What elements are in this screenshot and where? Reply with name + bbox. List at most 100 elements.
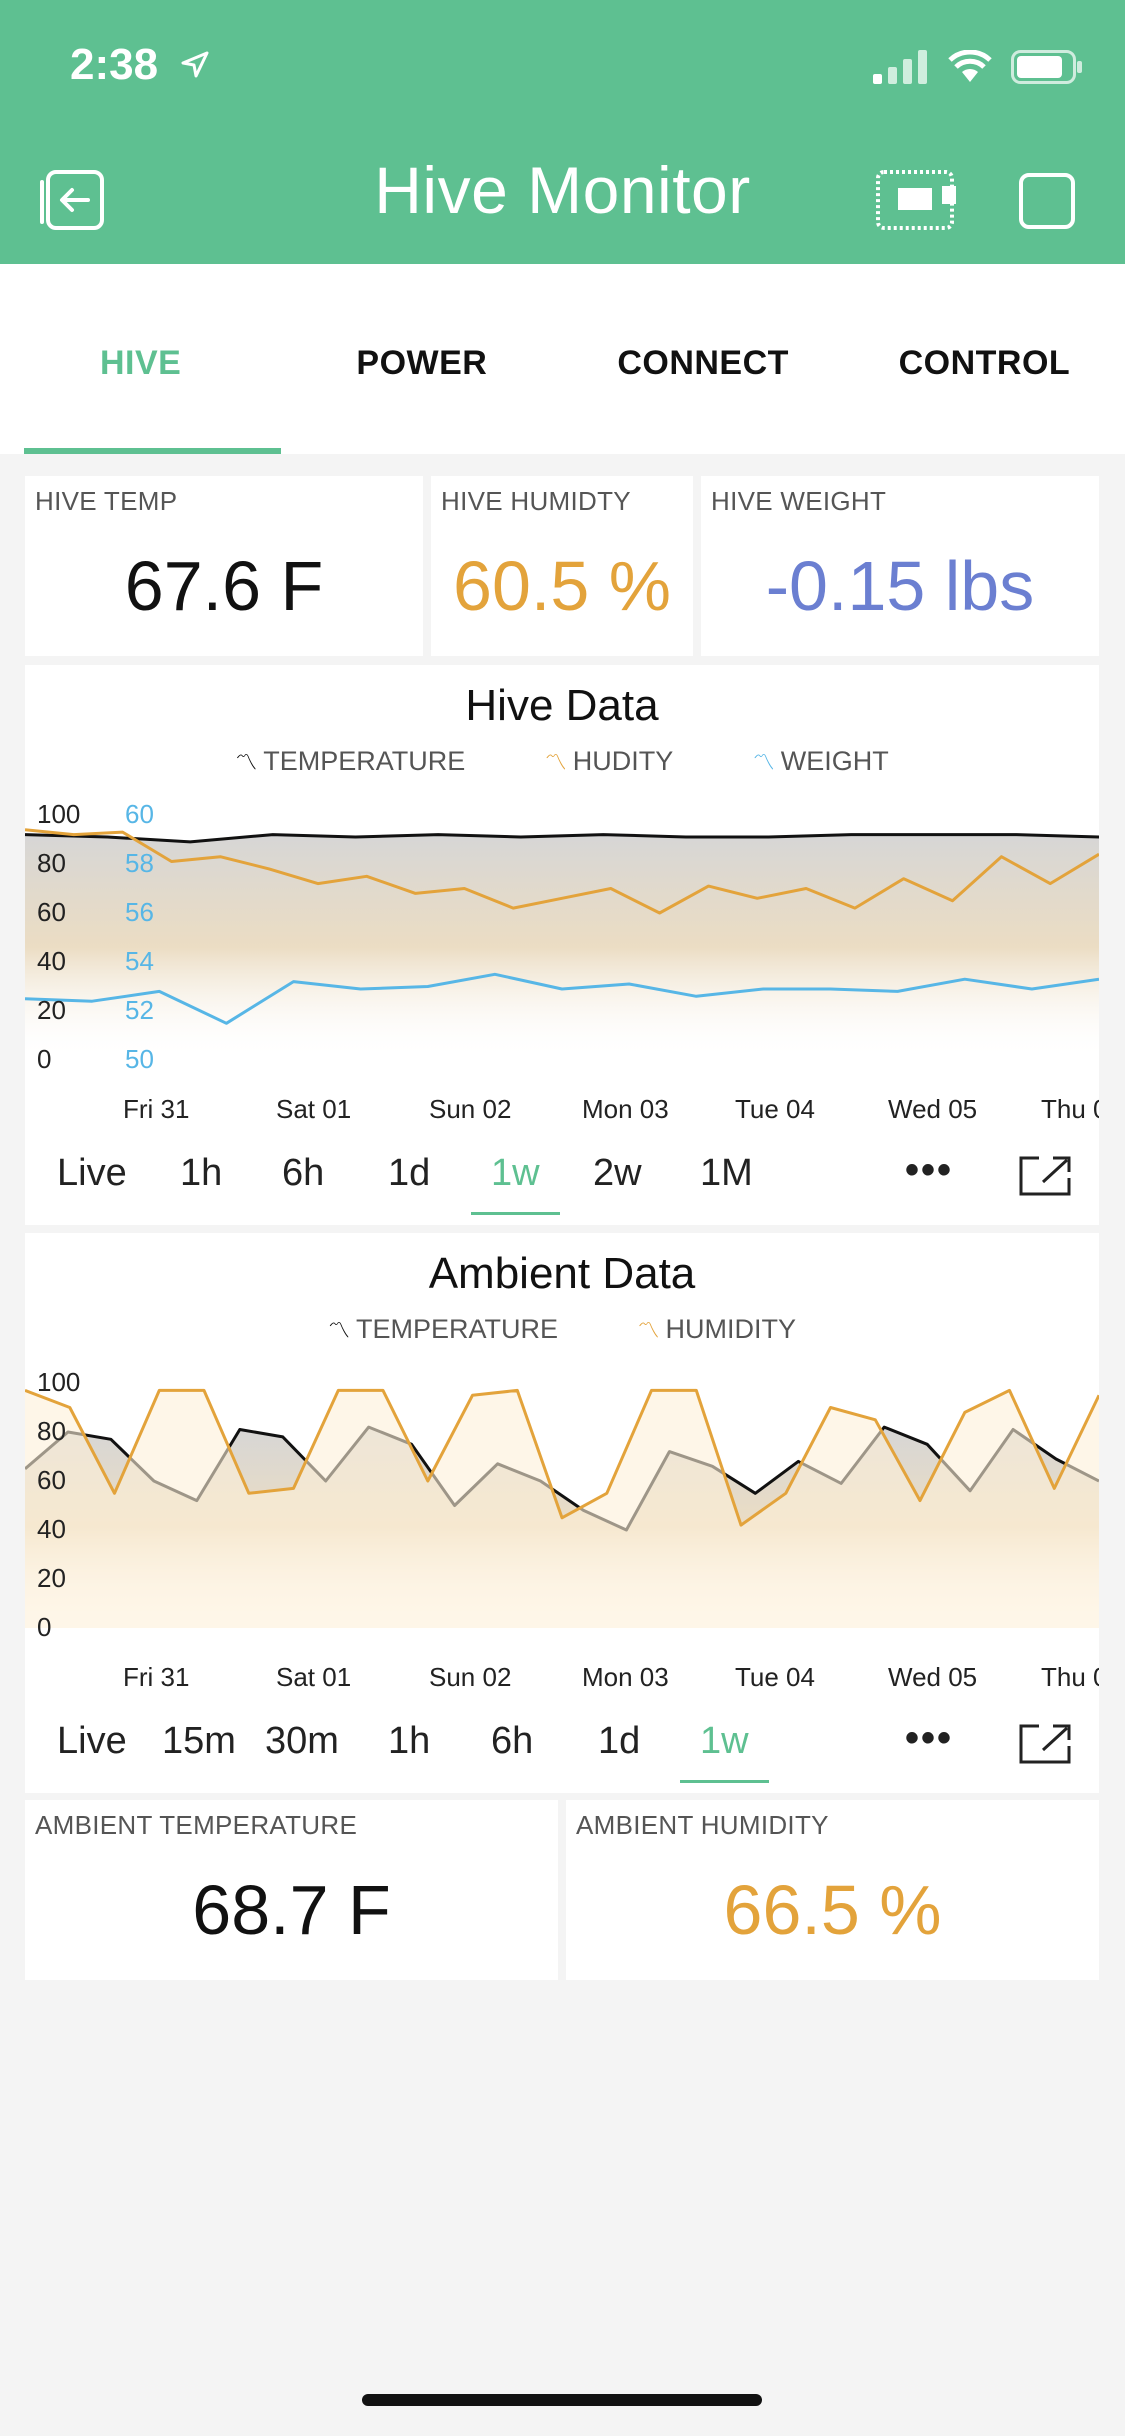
legend-humidity-label: HUDITY — [572, 746, 674, 776]
ambient-data-chart-card: Ambient Data 〽 TEMPERATURE 〽 HUMIDITY 100 8… — [25, 1233, 1099, 1793]
hive-chart-legend: 〽 TEMPERATURE 〽 HUDITY 〽 WEIGHT — [25, 745, 1099, 777]
x-tick-label: Thu 0 — [1041, 1662, 1099, 1692]
range-15m[interactable]: 15m — [162, 1720, 236, 1763]
app-header: 2:38 Hive Monitor — [0, 0, 1125, 264]
range-1h[interactable]: 1h — [388, 1720, 430, 1763]
range-2w[interactable]: 2w — [593, 1152, 642, 1195]
ambient-humidity-value: 66.5 % — [723, 1871, 942, 1949]
device-icon[interactable] — [876, 168, 958, 232]
tab-power[interactable]: POWER — [281, 264, 562, 454]
battery-icon — [1011, 50, 1082, 84]
hive-humidity-label: HIVE HUMIDTY — [441, 486, 631, 516]
home-indicator[interactable] — [362, 2394, 762, 2406]
legend-line-icon: 〽 — [235, 750, 258, 775]
ambient-chart-legend: 〽 TEMPERATURE 〽 HUMIDITY — [25, 1313, 1099, 1345]
y2-tick-label: 58 — [125, 848, 154, 878]
status-indicators — [873, 50, 1083, 84]
range-1w[interactable]: 1w — [471, 1152, 559, 1215]
x-tick-label: Thu 0 — [1041, 1094, 1099, 1124]
y-tick-label: 60 — [37, 1465, 66, 1495]
legend-weight[interactable]: 〽 WEIGHT — [753, 746, 889, 776]
x-tick-label: Sat 01 — [276, 1662, 351, 1692]
hive-humidity-value: 60.5 % — [453, 547, 671, 625]
y-tick-label: 80 — [37, 1416, 66, 1446]
wifi-icon — [948, 50, 992, 82]
hive-temp-label: HIVE TEMP — [35, 486, 178, 516]
y-tick-label: 20 — [37, 995, 66, 1025]
legend-line-icon: 〽 — [637, 1318, 660, 1343]
legend-humidity-label: HUMIDITY — [665, 1314, 797, 1344]
ambient-temp-card[interactable]: AMBIENT TEMPERATURE 68.7 F — [25, 1800, 558, 1980]
hive-temp-value: 67.6 F — [124, 547, 324, 625]
ambient-humidity-card[interactable]: AMBIENT HUMIDITY 66.5 % — [566, 1800, 1099, 1980]
hive-chart-title: Hive Data — [465, 681, 659, 730]
range-1h[interactable]: 1h — [180, 1152, 222, 1195]
status-time: 2:38 — [70, 40, 159, 89]
y-tick-label: 40 — [37, 946, 66, 976]
x-tick-label: Tue 04 — [735, 1662, 815, 1692]
y2-tick-label: 50 — [125, 1044, 154, 1074]
tab-control[interactable]: CONTROL — [844, 264, 1125, 454]
y-tick-label: 100 — [37, 1367, 80, 1397]
expand-icon[interactable] — [1017, 1154, 1073, 1198]
x-tick-label: Mon 03 — [582, 1094, 669, 1124]
legend-line-icon: 〽 — [752, 750, 775, 775]
hive-weight-card[interactable]: HIVE WEIGHT -0.15 lbs — [701, 476, 1099, 656]
x-tick-label: Tue 04 — [735, 1094, 815, 1124]
legend-temperature-label: TEMPERATURE — [355, 1314, 558, 1344]
legend-weight-label: WEIGHT — [780, 746, 889, 776]
tab-hive[interactable]: HIVE — [0, 264, 282, 454]
x-tick-label: Sat 01 — [276, 1094, 351, 1124]
range-live[interactable]: Live — [57, 1720, 127, 1763]
range-6h[interactable]: 6h — [282, 1152, 324, 1195]
y-tick-label: 80 — [37, 848, 66, 878]
y-tick-label: 0 — [37, 1612, 51, 1642]
legend-line-icon: 〽 — [544, 750, 567, 775]
x-tick-label: Sun 02 — [429, 1662, 511, 1692]
x-tick-label: Wed 05 — [888, 1662, 977, 1692]
tab-connect[interactable]: CONNECT — [563, 264, 844, 454]
legend-temperature[interactable]: 〽 TEMPERATURE — [328, 1314, 558, 1344]
y-tick-label: 0 — [37, 1044, 51, 1074]
ambient-humidity-label: AMBIENT HUMIDITY — [576, 1810, 829, 1840]
range-6h[interactable]: 6h — [491, 1720, 533, 1763]
temperature-area — [25, 834, 1099, 1060]
hive-temp-card[interactable]: HIVE TEMP 67.6 F — [25, 476, 423, 656]
x-tick-label: Mon 03 — [582, 1662, 669, 1692]
hive-range-selector: Live 1h 6h 1d 1w 2w 1M ••• — [25, 1148, 1099, 1222]
location-arrow-icon — [181, 51, 209, 78]
legend-humidity[interactable]: 〽 HUMIDITY — [638, 1314, 797, 1344]
tab-bar: HIVE POWER CONNECT CONTROL — [0, 264, 1125, 454]
ambient-range-selector: Live 15m 30m 1h 6h 1d 1w ••• — [25, 1716, 1099, 1790]
signal-icon — [873, 50, 927, 84]
ambient-temp-value: 68.7 F — [192, 1871, 391, 1949]
legend-temperature-label: TEMPERATURE — [263, 746, 466, 776]
hive-data-chart-card: Hive Data 〽 TEMPERATURE 〽 HUDITY 〽 WEIGHT 1… — [25, 665, 1099, 1225]
range-1m[interactable]: 1M — [700, 1152, 753, 1195]
hive-humidity-card[interactable]: HIVE HUMIDTY 60.5 % — [431, 476, 693, 656]
range-1w[interactable]: 1w — [680, 1720, 768, 1783]
x-tick-label: Sun 02 — [429, 1094, 511, 1124]
y2-tick-label: 60 — [125, 799, 154, 829]
y-tick-label: 20 — [37, 1563, 66, 1593]
range-1d[interactable]: 1d — [598, 1720, 640, 1763]
hive-weight-label: HIVE WEIGHT — [711, 486, 887, 516]
y-tick-label: 100 — [37, 799, 80, 829]
legend-line-icon: 〽 — [327, 1318, 350, 1343]
range-1d[interactable]: 1d — [388, 1152, 430, 1195]
legend-temperature[interactable]: 〽 TEMPERATURE — [235, 746, 465, 776]
x-tick-label: Wed 05 — [888, 1094, 977, 1124]
ambient-temp-label: AMBIENT TEMPERATURE — [35, 1810, 358, 1840]
y-tick-label: 40 — [37, 1514, 66, 1544]
y2-tick-label: 52 — [125, 995, 154, 1025]
expand-icon[interactable] — [1017, 1722, 1073, 1766]
square-icon[interactable] — [1018, 168, 1076, 232]
more-options-icon[interactable]: ••• — [905, 1148, 953, 1193]
y2-tick-label: 56 — [125, 897, 154, 927]
range-live[interactable]: Live — [57, 1152, 127, 1195]
range-30m[interactable]: 30m — [265, 1720, 339, 1763]
x-tick-label: Fri 31 — [123, 1094, 189, 1124]
legend-humidity[interactable]: 〽 HUDITY — [545, 746, 674, 776]
x-tick-label: Fri 31 — [123, 1662, 189, 1692]
more-options-icon[interactable]: ••• — [905, 1716, 953, 1761]
